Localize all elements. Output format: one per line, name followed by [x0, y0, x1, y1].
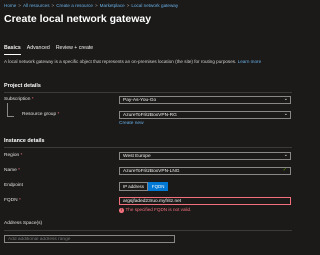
breadcrumb-separator: > [94, 3, 98, 8]
breadcrumb-marketplace[interactable]: Marketplace [100, 3, 125, 8]
breadcrumb-home[interactable]: Home [4, 3, 16, 8]
resource-group-label-text: Resource group [22, 112, 57, 117]
chevron-down-icon: ⌄ [283, 111, 288, 117]
fqdn-label-text: FQDN [4, 198, 18, 203]
fqdn-error-text: The specified FQDN is not valid. [125, 207, 192, 212]
fqdn-error-message: ! The specified FQDN is not valid. [119, 207, 191, 213]
learn-more-link[interactable]: Learn more [238, 59, 262, 64]
region-label-text: Region [4, 153, 20, 158]
name-input[interactable]: AzureToFritzBoxVPN-LNG ✓ [119, 167, 291, 175]
divider [4, 92, 292, 93]
create-new-link[interactable]: Create new [119, 121, 144, 126]
chevron-down-icon: ⌄ [283, 96, 288, 102]
project-details-heading: Project details [4, 83, 41, 89]
chevron-down-icon: ⌄ [283, 152, 288, 158]
tab-basics[interactable]: Basics [4, 45, 21, 55]
breadcrumb-all-resources[interactable]: All resources [23, 3, 50, 8]
subscription-label: Subscription * [4, 97, 34, 102]
tab-advanced[interactable]: Advanced [27, 45, 50, 55]
address-range-input[interactable] [4, 235, 175, 243]
fqdn-label: FQDN * [4, 198, 21, 203]
region-select[interactable]: West Europe ⌄ [119, 152, 291, 160]
resource-group-label: Resource group * [22, 112, 59, 117]
required-marker: * [18, 198, 21, 203]
required-marker: * [31, 97, 34, 102]
region-label: Region * [4, 153, 22, 158]
subscription-label-text: Subscription [4, 97, 31, 102]
fqdn-input[interactable]: argsjfaded23ruo.myfritz.net [119, 197, 291, 205]
divider [4, 230, 292, 231]
endpoint-label: Endpoint [4, 183, 23, 188]
description-text: A local network gateway is a specific ob… [4, 59, 237, 64]
tab-review-create[interactable]: Review + create [56, 45, 93, 55]
checkmark-icon: ✓ [282, 167, 287, 173]
endpoint-option-fqdn[interactable]: FQDN [147, 182, 169, 191]
resource-group-select[interactable]: AzureToFritzBoxVPN-RG ⌄ [119, 111, 291, 119]
breadcrumb-separator: > [126, 3, 130, 8]
breadcrumb: Home > All resources > Create a resource > Mar… [4, 3, 178, 8]
instance-details-heading: Instance details [4, 138, 45, 144]
region-value: West Europe [123, 154, 151, 159]
endpoint-option-ip-address[interactable]: IP address [119, 182, 148, 191]
required-marker: * [20, 153, 23, 158]
breadcrumb-separator: > [51, 3, 55, 8]
breadcrumb-separator: > [18, 3, 21, 8]
fqdn-value: argsjfaded23ruo.myfritz.net [123, 199, 182, 204]
error-icon: ! [119, 208, 124, 213]
description: A local network gateway is a specific ob… [4, 59, 292, 65]
resource-group-value: AzureToFritzBoxVPN-RG [123, 113, 177, 118]
breadcrumb-local-network-gateway[interactable]: Local network gateway [131, 3, 178, 8]
subscription-select[interactable]: Pay-As-You-Go ⌄ [119, 96, 291, 104]
required-marker: * [57, 112, 60, 117]
address-space-label: Address Space(s) [4, 221, 43, 226]
divider [4, 147, 292, 148]
subscription-value: Pay-As-You-Go [123, 98, 157, 103]
name-label: Name * [4, 168, 20, 173]
breadcrumb-create-resource[interactable]: Create a resource [56, 3, 93, 8]
tree-connector [7, 103, 14, 117]
endpoint-toggle: IP address FQDN [119, 182, 169, 191]
name-label-text: Name [4, 168, 17, 173]
name-value: AzureToFritzBoxVPN-LNG [123, 169, 180, 174]
more-options-button[interactable]: ... [123, 14, 131, 23]
required-marker: * [18, 168, 21, 173]
tab-bar: Basics Advanced Review + create [4, 45, 93, 55]
